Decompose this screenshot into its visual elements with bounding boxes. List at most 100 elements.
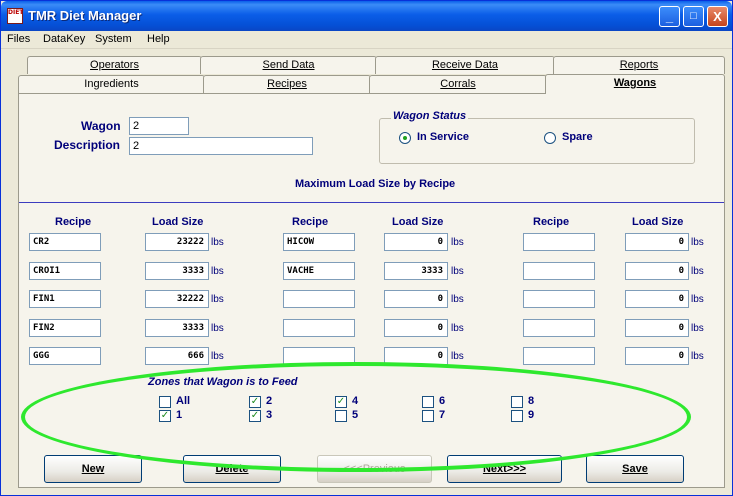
zone-checkbox-4[interactable]: ✓: [335, 396, 347, 408]
zone-label-5[interactable]: 5: [352, 409, 358, 421]
lbs-unit-label: lbs: [211, 266, 224, 277]
tab-receive-data[interactable]: Receive Data: [375, 56, 555, 74]
description-input[interactable]: 2: [129, 137, 313, 155]
delete-button[interactable]: Delete: [183, 455, 281, 483]
lbs-unit-label: lbs: [691, 351, 704, 362]
tab-reports[interactable]: Reports: [553, 56, 725, 74]
menu-datakey[interactable]: DataKey: [43, 33, 85, 45]
zone-label-1[interactable]: 1: [176, 409, 182, 421]
recipe-input[interactable]: CROI1: [29, 262, 101, 280]
zones-title: Zones that Wagon is to Feed: [146, 376, 300, 388]
zone-label-6[interactable]: 6: [439, 395, 445, 407]
recipe-input[interactable]: HICOW: [283, 233, 355, 251]
zone-checkbox-2[interactable]: ✓: [249, 396, 261, 408]
load-size-input[interactable]: 0: [384, 347, 448, 365]
zone-label-9[interactable]: 9: [528, 409, 534, 421]
lbs-unit-label: lbs: [211, 294, 224, 305]
load-size-input[interactable]: 0: [625, 233, 689, 251]
lbs-unit-label: lbs: [451, 237, 464, 248]
recipe-input[interactable]: [523, 290, 595, 308]
col-recipe-2: Recipe: [292, 216, 329, 228]
zone-checkbox-5[interactable]: [335, 410, 347, 422]
menu-system[interactable]: System: [95, 33, 132, 45]
recipe-input[interactable]: [523, 319, 595, 337]
new-button[interactable]: New: [44, 455, 142, 483]
recipe-input[interactable]: [523, 262, 595, 280]
lbs-unit-label: lbs: [691, 237, 704, 248]
lbs-unit-label: lbs: [691, 323, 704, 334]
zone-checkbox-7[interactable]: [422, 410, 434, 422]
zone-label-8[interactable]: 8: [528, 395, 534, 407]
lbs-unit-label: lbs: [211, 237, 224, 248]
menu-help[interactable]: Help: [147, 33, 170, 45]
recipe-input[interactable]: VACHE: [283, 262, 355, 280]
zone-checkbox-1[interactable]: ✓: [159, 410, 171, 422]
in-service-radio[interactable]: [399, 132, 411, 144]
load-size-input[interactable]: 0: [625, 319, 689, 337]
zone-label-4[interactable]: 4: [352, 395, 358, 407]
zone-checkbox-8[interactable]: [511, 396, 523, 408]
load-size-input[interactable]: 0: [384, 290, 448, 308]
col-recipe-1: Recipe: [55, 216, 92, 228]
load-size-input[interactable]: 0: [625, 347, 689, 365]
next-button[interactable]: Next>>>: [447, 455, 562, 483]
recipe-input[interactable]: [283, 347, 355, 365]
zone-checkbox-9[interactable]: [511, 410, 523, 422]
previous-button[interactable]: <<<Previous: [317, 455, 432, 483]
load-size-input[interactable]: 0: [384, 233, 448, 251]
save-button[interactable]: Save: [586, 455, 684, 483]
lbs-unit-label: lbs: [211, 351, 224, 362]
title-bar[interactable]: DIET TMR Diet Manager _ □ X: [1, 1, 732, 31]
recipe-input[interactable]: FIN2: [29, 319, 101, 337]
load-size-input[interactable]: 3333: [145, 262, 209, 280]
app-icon: DIET: [7, 8, 23, 24]
minimize-button[interactable]: _: [659, 6, 680, 27]
load-size-input[interactable]: 23222: [145, 233, 209, 251]
tab-wagons[interactable]: Wagons: [545, 74, 725, 94]
max-load-title: Maximum Load Size by Recipe: [295, 178, 456, 190]
maximize-button[interactable]: □: [683, 6, 704, 27]
col-load-3: Load Size: [632, 216, 684, 228]
load-size-input[interactable]: 666: [145, 347, 209, 365]
recipe-input[interactable]: CR2: [29, 233, 101, 251]
tab-send-data[interactable]: Send Data: [200, 56, 377, 74]
window-title: TMR Diet Manager: [28, 8, 142, 23]
load-size-input[interactable]: 0: [384, 319, 448, 337]
lbs-unit-label: lbs: [691, 266, 704, 277]
recipe-input[interactable]: [283, 319, 355, 337]
zone-checkbox-6[interactable]: [422, 396, 434, 408]
recipe-input[interactable]: [283, 290, 355, 308]
lbs-unit-label: lbs: [691, 294, 704, 305]
recipe-input[interactable]: [523, 347, 595, 365]
load-size-input[interactable]: 3333: [384, 262, 448, 280]
lbs-unit-label: lbs: [451, 323, 464, 334]
wagon-status-title: Wagon Status: [391, 110, 469, 122]
zone-label-3[interactable]: 3: [266, 409, 272, 421]
wagons-panel: Wagon 2 Description 2 Wagon Status In Se…: [18, 93, 725, 488]
recipe-input[interactable]: [523, 233, 595, 251]
zone-label-2[interactable]: 2: [266, 395, 272, 407]
zone-checkbox-all[interactable]: [159, 396, 171, 408]
zone-checkbox-3[interactable]: ✓: [249, 410, 261, 422]
lbs-unit-label: lbs: [451, 351, 464, 362]
menu-files[interactable]: Files: [7, 33, 30, 45]
tab-operators[interactable]: Operators: [27, 56, 202, 74]
in-service-label[interactable]: In Service: [417, 131, 469, 143]
load-size-input[interactable]: 0: [625, 262, 689, 280]
zone-label-7[interactable]: 7: [439, 409, 445, 421]
close-button[interactable]: X: [707, 6, 728, 27]
lbs-unit-label: lbs: [451, 266, 464, 277]
recipe-input[interactable]: FIN1: [29, 290, 101, 308]
tab-ingredients[interactable]: Ingredients: [18, 75, 205, 93]
load-size-input[interactable]: 0: [625, 290, 689, 308]
wagon-input[interactable]: 2: [129, 117, 189, 135]
load-size-input[interactable]: 3333: [145, 319, 209, 337]
spare-label[interactable]: Spare: [562, 131, 593, 143]
load-size-input[interactable]: 32222: [145, 290, 209, 308]
tab-recipes[interactable]: Recipes: [203, 75, 371, 93]
tab-corrals[interactable]: Corrals: [369, 75, 547, 93]
zone-label-all[interactable]: All: [176, 395, 190, 407]
spare-radio[interactable]: [544, 132, 556, 144]
divider-line: [19, 202, 724, 203]
recipe-input[interactable]: GGG: [29, 347, 101, 365]
